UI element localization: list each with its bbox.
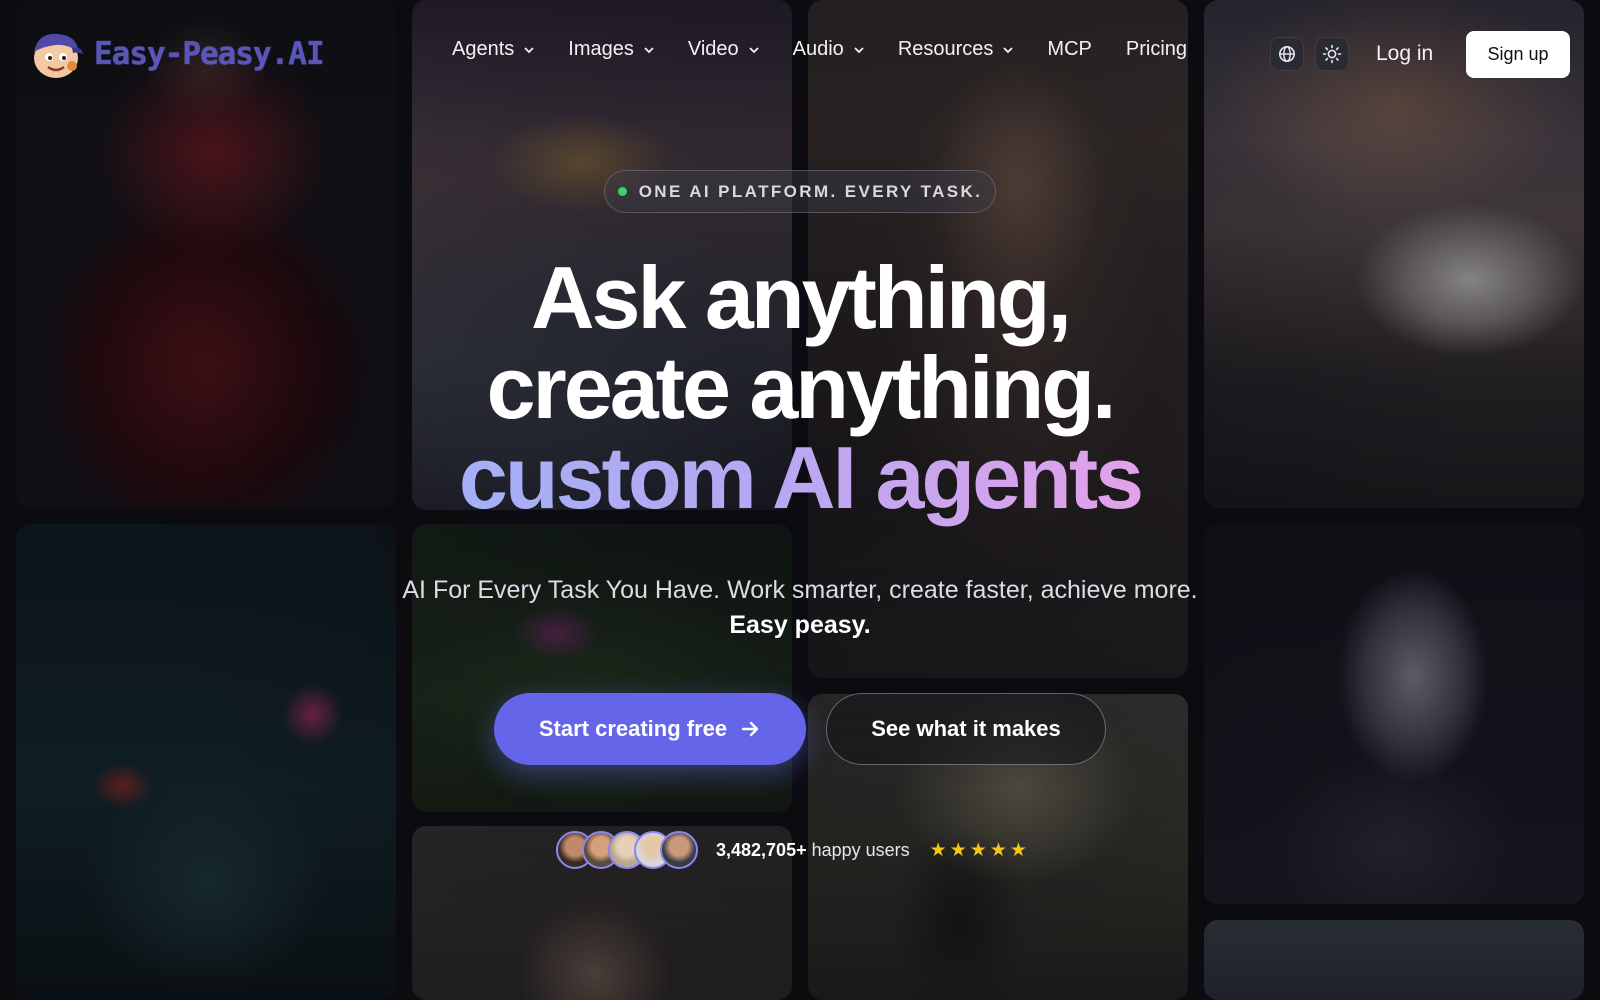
user-count: 3,482,705+ xyxy=(716,839,807,860)
nav-audio-label: Audio xyxy=(792,38,844,60)
user-count-suffix: happy users xyxy=(811,839,910,860)
hero-subtitle: AI For Every Task You Have. Work smarter… xyxy=(402,576,1198,604)
user-avatars xyxy=(556,831,698,869)
star-icon: ★ xyxy=(949,839,967,861)
tagline-badge: ONE AI PLATFORM. EVERY TASK. xyxy=(604,170,996,213)
nav-pricing[interactable]: Pricing xyxy=(1126,38,1187,61)
chevron-down-icon xyxy=(644,46,654,53)
chevron-down-icon xyxy=(749,46,759,53)
nav-resources[interactable]: Resources xyxy=(898,38,1014,61)
rating-stars: ★ ★ ★ ★ ★ xyxy=(930,839,1027,862)
social-proof: 3,482,705+ happy users ★ ★ ★ ★ ★ xyxy=(556,830,1027,870)
arrow-right-icon xyxy=(741,721,759,737)
nav-images[interactable]: Images xyxy=(568,38,654,61)
headline-gradient-text: custom AI agents xyxy=(458,428,1144,527)
sun-icon xyxy=(1322,44,1342,64)
nav-video[interactable]: Video xyxy=(688,38,759,61)
brand-logo-link[interactable]: Easy-Peasy.AI xyxy=(28,28,325,80)
start-creating-label: Start creating free xyxy=(538,716,728,741)
chevron-down-icon xyxy=(854,46,864,53)
top-navigation: Easy-Peasy.AI Agents Images Video Audio … xyxy=(0,0,1600,110)
start-creating-button[interactable]: Start creating free xyxy=(494,693,806,765)
hero-subtitle-strong: Easy peasy. xyxy=(729,611,871,639)
headline-line-2: create anything. xyxy=(486,338,1117,437)
headline-line-3: custom AI agents xyxy=(0,434,1600,522)
globe-icon xyxy=(1279,46,1295,62)
status-dot xyxy=(617,187,627,196)
signup-button[interactable]: Sign up xyxy=(1466,31,1570,78)
see-what-it-makes-button[interactable]: See what it makes xyxy=(826,693,1106,765)
nav-resources-label: Resources xyxy=(897,38,994,60)
nav-agents[interactable]: Agents xyxy=(452,38,534,61)
login-link[interactable]: Log in xyxy=(1376,42,1433,66)
nav-video-label: Video xyxy=(687,38,739,60)
brand-name: Easy-Peasy.AI xyxy=(94,36,325,72)
main-menu: Agents Images Video Audio Resources MCP … xyxy=(452,38,1187,61)
nav-mcp[interactable]: MCP xyxy=(1047,38,1091,61)
language-button[interactable] xyxy=(1270,37,1304,71)
star-icon: ★ xyxy=(1009,839,1027,861)
star-icon: ★ xyxy=(989,839,1007,861)
mascot-logo-icon xyxy=(28,28,84,80)
headline-line-1: Ask anything, xyxy=(531,248,1072,347)
chevron-down-icon xyxy=(1003,46,1014,53)
user-count-text: 3,482,705+ happy users xyxy=(716,840,910,861)
nav-audio[interactable]: Audio xyxy=(793,38,864,61)
star-icon: ★ xyxy=(969,839,987,861)
tagline-badge-text: ONE AI PLATFORM. EVERY TASK. xyxy=(638,181,983,201)
nav-images-label: Images xyxy=(568,38,634,60)
nav-agents-label: Agents xyxy=(452,38,515,60)
star-icon: ★ xyxy=(929,839,947,861)
theme-toggle-button[interactable] xyxy=(1315,37,1349,71)
avatar xyxy=(660,831,698,869)
chevron-down-icon xyxy=(524,46,534,53)
